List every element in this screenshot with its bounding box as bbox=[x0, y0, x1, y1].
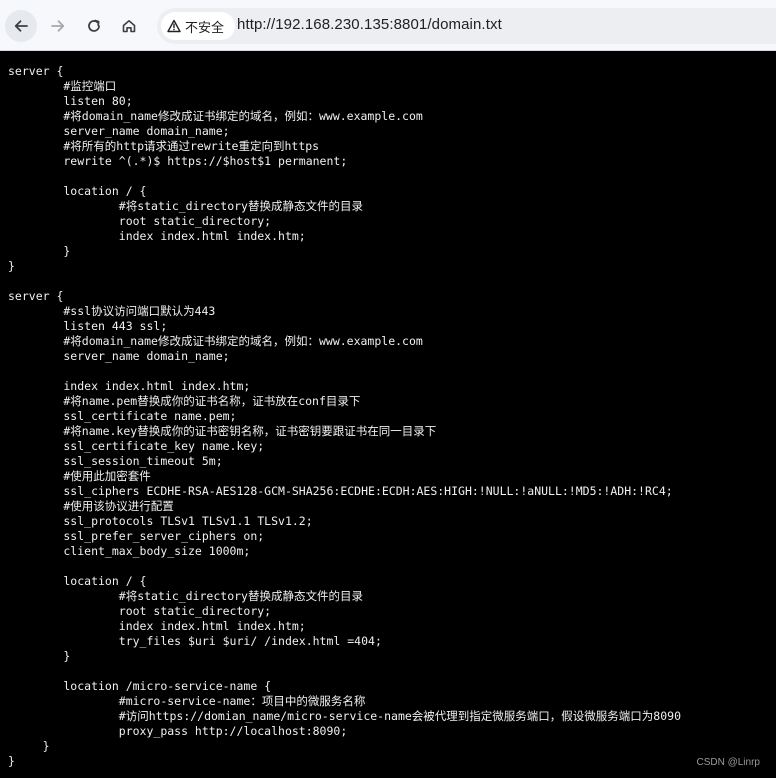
code-line: #将domain_name修改成证书绑定的域名，例如：www.example.c… bbox=[8, 334, 423, 348]
code-line: } bbox=[8, 754, 15, 768]
code-line: server { bbox=[8, 64, 64, 78]
url-text[interactable]: http://192.168.230.135:8801/domain.txt bbox=[237, 16, 502, 33]
code-line: #将name.key替换成你的证书密钥名称，证书密钥要跟证书在同一目录下 bbox=[8, 424, 437, 438]
code-line: proxy_pass http://localhost:8090; bbox=[8, 724, 348, 738]
code-line: listen 80; bbox=[8, 94, 133, 108]
code-line: } bbox=[8, 649, 71, 663]
code-line: #将static_directory替换成静态文件的目录 bbox=[8, 589, 363, 603]
home-icon bbox=[122, 20, 136, 33]
code-line: #访问https://domian_name/micro-service-nam… bbox=[8, 709, 681, 723]
code-line: #使用此加密套件 bbox=[8, 469, 151, 483]
code-line: ssl_certificate name.pem; bbox=[8, 409, 237, 423]
reload-button[interactable] bbox=[78, 10, 110, 42]
code-line: ssl_ciphers ECDHE-RSA-AES128-GCM-SHA256:… bbox=[8, 484, 673, 498]
home-button[interactable] bbox=[113, 10, 145, 42]
code-line: server_name domain_name; bbox=[8, 124, 230, 138]
code-line: root static_directory; bbox=[8, 214, 272, 228]
page-content: server { #监控端口 listen 80; #将domain_name修… bbox=[0, 51, 776, 778]
code-line: rewrite ^(.*)$ https://$host$1 permanent… bbox=[8, 154, 348, 168]
file-text: server { #监控端口 listen 80; #将domain_name修… bbox=[8, 64, 681, 769]
code-line: listen 443 ssl; bbox=[8, 319, 168, 333]
code-line: ssl_prefer_server_ciphers on; bbox=[8, 529, 265, 543]
code-line: #ssl协议访问端口默认为443 bbox=[8, 304, 216, 318]
arrow-left-icon bbox=[14, 20, 28, 32]
code-line: #监控端口 bbox=[8, 79, 117, 93]
code-line: index index.html index.htm; bbox=[8, 619, 306, 633]
code-line: #将name.pem替换成你的证书名称，证书放在conf目录下 bbox=[8, 394, 361, 408]
security-label: 不安全 bbox=[185, 20, 225, 36]
code-line: ssl_session_timeout 5m; bbox=[8, 454, 223, 468]
code-line: try_files $uri $uri/ /index.html =404; bbox=[8, 634, 382, 648]
warning-triangle-icon bbox=[167, 19, 181, 33]
code-line: #将static_directory替换成静态文件的目录 bbox=[8, 199, 363, 213]
back-button[interactable] bbox=[5, 10, 37, 42]
code-line: #使用该协议进行配置 bbox=[8, 499, 174, 513]
address-bar[interactable]: 不安全 http://192.168.230.135:8801/domain.t… bbox=[157, 8, 776, 44]
code-line: } bbox=[8, 259, 15, 273]
code-line: location /micro-service-name { bbox=[8, 679, 272, 693]
code-line: client_max_body_size 1000m; bbox=[8, 544, 251, 558]
security-indicator[interactable]: 不安全 bbox=[161, 12, 235, 40]
code-line: ssl_protocols TLSv1 TLSv1.1 TLSv1.2; bbox=[8, 514, 313, 528]
code-line: ssl_certificate_key name.key; bbox=[8, 439, 265, 453]
code-line: } bbox=[8, 739, 50, 753]
code-line: location / { bbox=[8, 184, 147, 198]
browser-toolbar: 不安全 http://192.168.230.135:8801/domain.t… bbox=[0, 0, 776, 51]
arrow-right-icon bbox=[51, 20, 65, 32]
code-line: location / { bbox=[8, 574, 147, 588]
code-line: index index.html index.htm; bbox=[8, 379, 251, 393]
code-line: root static_directory; bbox=[8, 604, 272, 618]
code-line: server { bbox=[8, 289, 64, 303]
forward-button[interactable] bbox=[42, 10, 74, 42]
code-line: #micro-service-name：项目中的微服务名称 bbox=[8, 694, 366, 708]
code-line: #将domain_name修改成证书绑定的域名，例如：www.example.c… bbox=[8, 109, 423, 123]
code-line: } bbox=[8, 244, 71, 258]
code-line: #将所有的http请求通过rewrite重定向到https bbox=[8, 139, 320, 153]
code-line: index index.html index.htm; bbox=[8, 229, 306, 243]
watermark: CSDN @Linrp bbox=[696, 757, 760, 768]
code-line: server_name domain_name; bbox=[8, 349, 230, 363]
reload-icon bbox=[88, 19, 100, 32]
